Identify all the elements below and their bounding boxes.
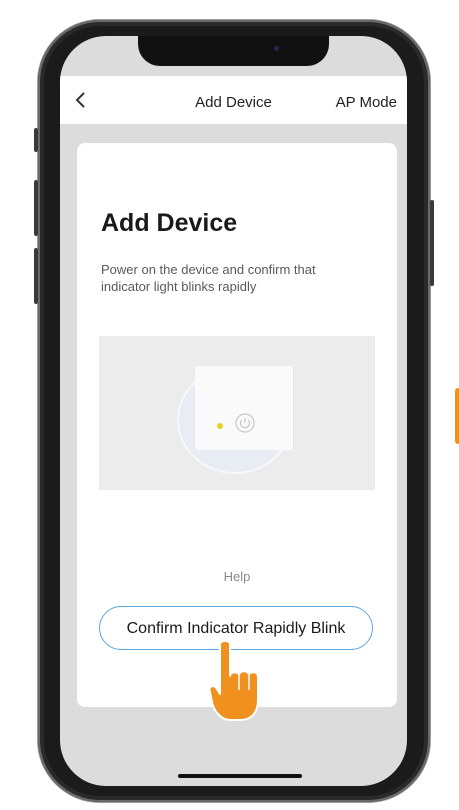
volume-down-button [34,248,38,304]
device-illustration [99,336,375,490]
volume-up-button [34,180,38,236]
orange-edge-marker [455,388,459,444]
device-corner [195,366,294,450]
instruction-card: Add Device Power on the device and confi… [77,143,397,707]
pointing-hand-icon [208,640,259,721]
side-button [34,128,38,152]
card-description: Power on the device and confirm that ind… [101,262,316,294]
ap-mode-button[interactable]: AP Mode [336,94,397,111]
card-title: Add Device [101,209,238,237]
indicator-light [217,423,223,429]
power-button [430,200,434,286]
notch [138,36,329,66]
help-link[interactable]: Help [77,569,397,584]
power-icon [235,413,255,433]
camera [274,46,279,51]
home-indicator [178,774,302,778]
